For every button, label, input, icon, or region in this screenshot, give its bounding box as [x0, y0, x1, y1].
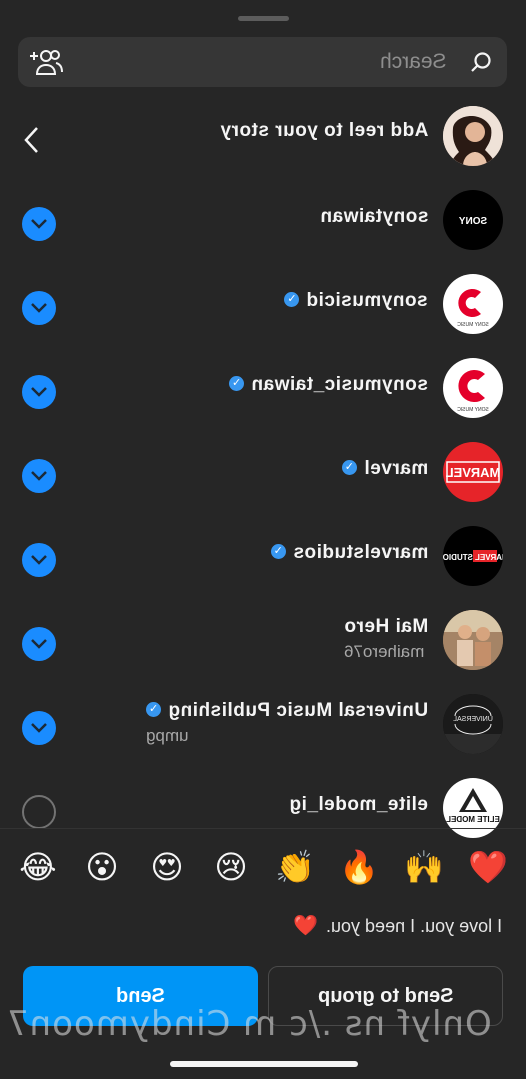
avatar: MARVEL STUDIOS [443, 526, 503, 586]
contact-name: sonymusicid [306, 290, 428, 311]
selected-check-icon[interactable] [22, 627, 56, 661]
svg-text:MARVEL STUDIOS: MARVEL STUDIOS [443, 553, 503, 562]
reaction-raised-hands[interactable]: 🙌 [402, 848, 446, 886]
avatar: SONY [443, 190, 503, 250]
contact-row[interactable]: sonymusicid SONY MUSIC [0, 260, 526, 344]
contact-username: maihero76 [343, 642, 425, 661]
contact-username: umpg [145, 726, 189, 745]
search-bar[interactable]: Search [18, 37, 507, 87]
contact-name: sonymusic_taiwan [251, 374, 428, 395]
svg-text:SONY MUSIC: SONY MUSIC [457, 407, 489, 413]
verified-badge-icon [270, 544, 286, 560]
create-group-icon[interactable] [28, 47, 64, 77]
verified-badge-icon [145, 702, 161, 718]
contact-row[interactable]: Mai Hero maihero76 [0, 596, 526, 680]
avatar: SONY MUSIC [443, 274, 503, 334]
contact-row[interactable]: marvelstudios MARVEL STUDIOS [0, 512, 526, 596]
svg-text:SONY: SONY [459, 216, 488, 227]
verified-badge-icon [341, 460, 357, 476]
reaction-surprised[interactable]: 😮 [80, 848, 124, 886]
svg-text:UNIVERSAL: UNIVERSAL [453, 716, 493, 723]
add-to-story-row[interactable]: Add reel to your story [0, 92, 526, 176]
avatar: SONY MUSIC [443, 358, 503, 418]
verified-badge-icon [284, 292, 300, 308]
avatar [443, 106, 503, 166]
story-label: Add reel to your story [219, 120, 428, 141]
selected-check-icon[interactable] [22, 543, 56, 577]
contact-name: elite_model_ig [289, 794, 428, 815]
contact-row[interactable]: Universal Music Publishing umpg UNIVERSA… [0, 680, 526, 764]
drag-handle[interactable] [238, 16, 289, 21]
contact-name: Mai Hero [343, 616, 428, 637]
contact-name: Universal Music Publishing [167, 700, 428, 721]
verified-badge-icon [229, 376, 245, 392]
contact-name: marvelstudios [292, 542, 428, 563]
avatar [443, 610, 503, 670]
reaction-fire[interactable]: 🔥 [337, 848, 381, 886]
contact-row[interactable]: marvel MARVEL [0, 428, 526, 512]
heart-emoji: ❤️ [292, 915, 318, 937]
message-text: I love you. I need you. [325, 916, 502, 936]
contact-name: sonytaiwan [319, 206, 428, 227]
contact-row[interactable]: elite_model_ig ELITE MODEL [0, 764, 526, 848]
selected-check-icon[interactable] [22, 459, 56, 493]
avatar: UNIVERSAL [443, 694, 503, 754]
reaction-laugh[interactable]: 😂 [16, 848, 60, 886]
divider [0, 828, 526, 829]
avatar: ELITE MODEL [443, 778, 503, 838]
selected-check-icon[interactable] [22, 291, 56, 325]
message-input[interactable]: ❤️ I love you. I need you. [293, 913, 502, 938]
contact-row[interactable]: sonymusic_taiwan SONY MUSIC [0, 344, 526, 428]
contact-name: marvel [363, 458, 428, 479]
svg-text:MARVEL: MARVEL [446, 465, 501, 480]
reaction-heart[interactable]: ❤️ [466, 848, 510, 886]
contact-row[interactable]: sonytaiwan SONY [0, 176, 526, 260]
selected-check-icon[interactable] [22, 375, 56, 409]
quick-reactions: 😂 😮 😍 😢 👏 🔥 🙌 ❤️ [0, 848, 526, 892]
avatar: MARVEL [443, 442, 503, 502]
search-icon [471, 52, 491, 72]
reaction-cry[interactable]: 😢 [209, 848, 253, 886]
watermark-text: Onlyf ns ./c m Cindymoon7 [6, 1004, 492, 1044]
svg-text:SONY MUSIC: SONY MUSIC [457, 322, 489, 328]
chevron-left-icon[interactable] [22, 125, 42, 155]
svg-text:ELITE MODEL: ELITE MODEL [446, 815, 500, 824]
selected-check-icon[interactable] [22, 207, 56, 241]
selected-check-icon[interactable] [22, 711, 56, 745]
unselected-circle-icon[interactable] [22, 795, 56, 829]
reaction-heart-eyes[interactable]: 😍 [145, 848, 189, 886]
home-indicator[interactable] [170, 1061, 358, 1067]
reaction-clap[interactable]: 👏 [273, 848, 317, 886]
search-input[interactable]: Search [380, 50, 447, 74]
